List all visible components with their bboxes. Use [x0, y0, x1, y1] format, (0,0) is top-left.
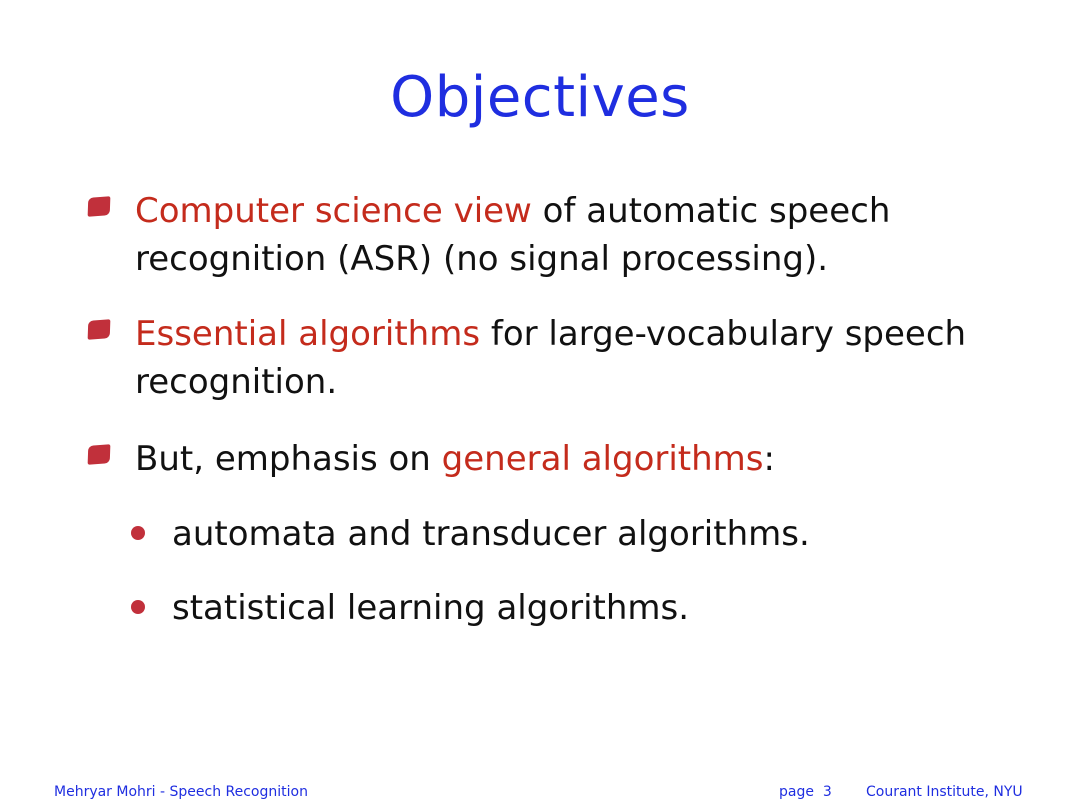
bullet-text: recognition.: [135, 362, 338, 402]
bullet-text: :: [763, 439, 775, 479]
bullet-text: recognition (ASR) (no signal processing)…: [135, 239, 829, 279]
footer-institution: Courant Institute, NYU: [866, 784, 1023, 800]
sub-bullet-text: automata and transducer algorithms.: [172, 514, 810, 554]
page-number: 3: [822, 784, 832, 800]
bullet-highlight: Computer science view: [135, 191, 532, 231]
dot-bullet-icon: [131, 526, 145, 540]
square-bullet-icon: [87, 196, 111, 217]
sub-bullet-text: statistical learning algorithms.: [172, 588, 690, 628]
bullet-text: But, emphasis on: [135, 439, 442, 479]
footer-page-number: page 3: [779, 783, 832, 801]
bullet-highlight: general algorithms: [441, 439, 764, 479]
dot-bullet-icon: [131, 600, 145, 614]
page-label: page: [779, 784, 814, 800]
slide-title: Objectives: [390, 65, 690, 130]
bullet-highlight: Essential algorithms: [135, 314, 481, 354]
bullet-text-2: Essential algorithms for large-vocabular…: [135, 310, 995, 406]
bullet-text-1: Computer science view of automatic speec…: [135, 187, 995, 283]
footer-author-course: Mehryar Mohri - Speech Recognition: [54, 784, 308, 800]
square-bullet-icon: [87, 444, 111, 465]
bullet-text-3: But, emphasis on general algorithms:: [135, 435, 995, 483]
square-bullet-icon: [87, 319, 111, 340]
bullet-text: of automatic speech: [531, 191, 891, 231]
bullet-text: for large-vocabulary speech: [480, 314, 967, 354]
